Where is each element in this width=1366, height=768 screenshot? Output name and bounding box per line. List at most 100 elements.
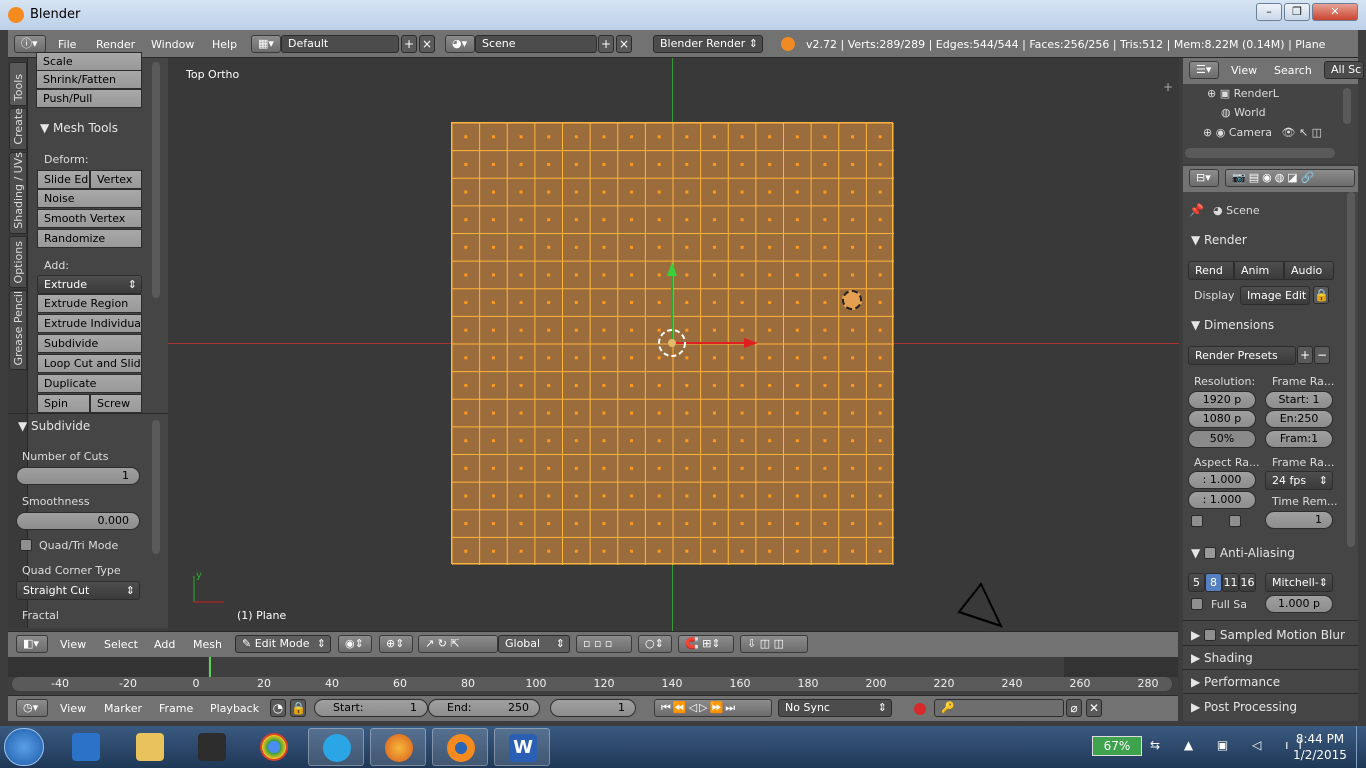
transform-widget[interactable] xyxy=(648,252,768,362)
display-lock-icon[interactable]: 🔒 xyxy=(1313,286,1329,304)
aa-samples-8[interactable]: 8 xyxy=(1205,573,1222,592)
sync-select[interactable]: No Sync ⇕ xyxy=(778,699,892,717)
start-button[interactable] xyxy=(4,728,44,766)
taskbar-skype[interactable] xyxy=(308,728,364,766)
outliner-hscrollbar[interactable] xyxy=(1185,148,1335,158)
aa-samples-16[interactable]: 16 xyxy=(1239,573,1256,592)
tab-create[interactable]: Create xyxy=(9,108,27,150)
add-layout-icon[interactable]: + xyxy=(401,35,417,53)
outliner-menu-search[interactable]: Search xyxy=(1274,64,1312,77)
aspect-y-field[interactable]: : 1.000 xyxy=(1188,491,1256,509)
3d-viewport[interactable]: Top Ortho y (1) Plane + xyxy=(168,58,1179,631)
end-frame-field[interactable]: End: 250 xyxy=(428,699,540,717)
mode-select[interactable]: ✎ Edit Mode ⇕ xyxy=(235,635,331,653)
layout-field[interactable]: Default xyxy=(281,35,399,53)
extrude-individual-button[interactable]: Extrude Individual xyxy=(37,314,142,333)
taskbar-chrome[interactable] xyxy=(246,728,302,766)
shading-header[interactable]: ▶ Shading xyxy=(1191,651,1253,665)
clock-time[interactable]: 8:44 PM xyxy=(1290,732,1350,746)
properties-scrollbar[interactable] xyxy=(1347,192,1355,547)
loop-cut-button[interactable]: Loop Cut and Slide xyxy=(37,354,142,373)
viewport-editor-icon[interactable]: ◧▾ xyxy=(16,635,48,653)
properties-editor-icon[interactable]: ⊟▾ xyxy=(1189,169,1219,187)
render-image-button[interactable]: Rend xyxy=(1188,261,1234,280)
motion-blur-checkbox[interactable] xyxy=(1204,629,1217,641)
randomize-button[interactable]: Randomize xyxy=(37,229,142,248)
remove-preset-icon[interactable]: − xyxy=(1314,346,1330,364)
proportional-icon[interactable]: ○⇕ xyxy=(638,635,672,653)
record-icon[interactable] xyxy=(914,703,926,715)
timeline[interactable]: -40 -20 0 20 40 60 80 100 120 140 160 180 200 220 240 2… xyxy=(8,657,1178,695)
resolution-y-field[interactable]: 1080 p xyxy=(1188,410,1256,428)
render-engine-select[interactable]: Blender Render ⇕ xyxy=(653,35,763,53)
subdivide-panel-header[interactable]: ▼ Subdivide xyxy=(18,419,90,433)
tab-tools[interactable]: Tools xyxy=(9,62,27,106)
tab-options[interactable]: Options xyxy=(9,236,27,288)
render-audio-button[interactable]: Audio xyxy=(1284,261,1334,280)
aa-samples-11[interactable]: 11 xyxy=(1222,573,1239,592)
orientation-select[interactable]: Global ⇕ xyxy=(498,635,570,653)
tab-shading-uvs[interactable]: Shading / UVs xyxy=(9,152,27,234)
preview-range-icon[interactable]: ◔ xyxy=(270,699,286,717)
fps-select[interactable]: 24 fps ⇕ xyxy=(1265,471,1333,490)
outliner-item-world[interactable]: ◍ World xyxy=(1221,106,1266,119)
playback-controls[interactable]: ⏮⏪◁▷⏩⏭ xyxy=(654,699,772,717)
battery-indicator[interactable]: 67% xyxy=(1092,736,1142,756)
push-pull-button[interactable]: Push/Pull xyxy=(36,89,142,108)
performance-header[interactable]: ▶ Performance xyxy=(1191,675,1280,689)
menu-window[interactable]: Window xyxy=(151,38,194,51)
taskbar-blender[interactable] xyxy=(432,728,488,766)
insert-keyframe-icon[interactable]: ⌀ xyxy=(1066,699,1082,717)
dimensions-panel-header[interactable]: ▼ Dimensions xyxy=(1191,318,1274,332)
aspect-x-field[interactable]: : 1.000 xyxy=(1188,471,1256,489)
cuts-field[interactable]: 1 xyxy=(16,467,140,485)
render-presets-select[interactable]: Render Presets xyxy=(1188,346,1296,365)
outliner-item-camera[interactable]: ⊕ ◉ Camera 👁 ↖ ◫ xyxy=(1203,126,1322,139)
taskbar-word[interactable]: W xyxy=(494,728,550,766)
vp-menu-mesh[interactable]: Mesh xyxy=(193,638,222,651)
shrink-fatten-button[interactable]: Shrink/Fatten xyxy=(36,70,142,89)
border-checkbox[interactable] xyxy=(1191,515,1203,527)
viewport-plus-icon[interactable]: + xyxy=(1163,80,1173,94)
outliner-menu-view[interactable]: View xyxy=(1231,64,1257,77)
start-frame-field[interactable]: Start: 1 xyxy=(314,699,428,717)
scene-icon[interactable]: ◕▾ xyxy=(445,35,475,53)
frame-start-field[interactable]: Start: 1 xyxy=(1265,391,1333,409)
menu-render[interactable]: Render xyxy=(96,38,135,51)
delete-keyframe-icon[interactable]: ✕ xyxy=(1086,699,1102,717)
vertex-slide-button[interactable]: Vertex xyxy=(90,170,142,189)
slide-edge-button[interactable]: Slide Ed xyxy=(37,170,90,189)
resolution-x-field[interactable]: 1920 p xyxy=(1188,391,1256,409)
pin-icon[interactable]: 📌 xyxy=(1189,203,1204,217)
outliner-item-renderlayers[interactable]: ⊕ ▣ RenderL xyxy=(1207,87,1279,100)
vp-menu-view[interactable]: View xyxy=(60,638,86,651)
shading-icon[interactable]: ◉⇕ xyxy=(338,635,372,653)
vp-menu-select[interactable]: Select xyxy=(104,638,138,651)
select-mode-icons[interactable]: ▫ ▫ ▫ xyxy=(576,635,632,653)
snap-icons[interactable]: 🧲 ⊞⇕ xyxy=(678,635,734,653)
current-frame-field[interactable]: 1 xyxy=(550,699,636,717)
aa-filter-select[interactable]: Mitchell- ⇕ xyxy=(1265,573,1333,592)
corner-type-select[interactable]: Straight Cut ⇕ xyxy=(16,581,140,600)
layout-icon[interactable]: ▦▾ xyxy=(251,35,281,53)
taskbar-firefox[interactable] xyxy=(370,728,426,766)
outliner-filter-select[interactable]: All Sc xyxy=(1324,61,1364,79)
lamp-icon[interactable] xyxy=(842,290,862,310)
tab-grease-pencil[interactable]: Grease Pencil xyxy=(9,290,27,370)
extrude-region-button[interactable]: Extrude Region xyxy=(37,294,142,313)
remove-layout-icon[interactable]: × xyxy=(419,35,435,53)
minimize-button[interactable]: – xyxy=(1256,3,1282,21)
full-sample-checkbox[interactable] xyxy=(1191,598,1203,610)
current-frame-marker[interactable] xyxy=(209,657,211,677)
operator-scrollbar[interactable] xyxy=(152,420,160,554)
frame-step-field[interactable]: Fram:1 xyxy=(1265,430,1333,448)
manipulator-icons[interactable]: ↗ ↻ ⇱ xyxy=(418,635,498,653)
time-remap-field[interactable]: 1 xyxy=(1265,511,1333,529)
noise-button[interactable]: Noise xyxy=(37,189,142,208)
spin-button[interactable]: Spin xyxy=(37,394,90,413)
tl-menu-view[interactable]: View xyxy=(60,702,86,715)
aa-samples-5[interactable]: 5 xyxy=(1188,573,1205,592)
motion-blur-header[interactable]: ▶ Sampled Motion Blur xyxy=(1191,627,1345,642)
anti-aliasing-checkbox[interactable] xyxy=(1204,547,1217,559)
timeline-editor-icon[interactable]: ◷▾ xyxy=(16,699,48,717)
